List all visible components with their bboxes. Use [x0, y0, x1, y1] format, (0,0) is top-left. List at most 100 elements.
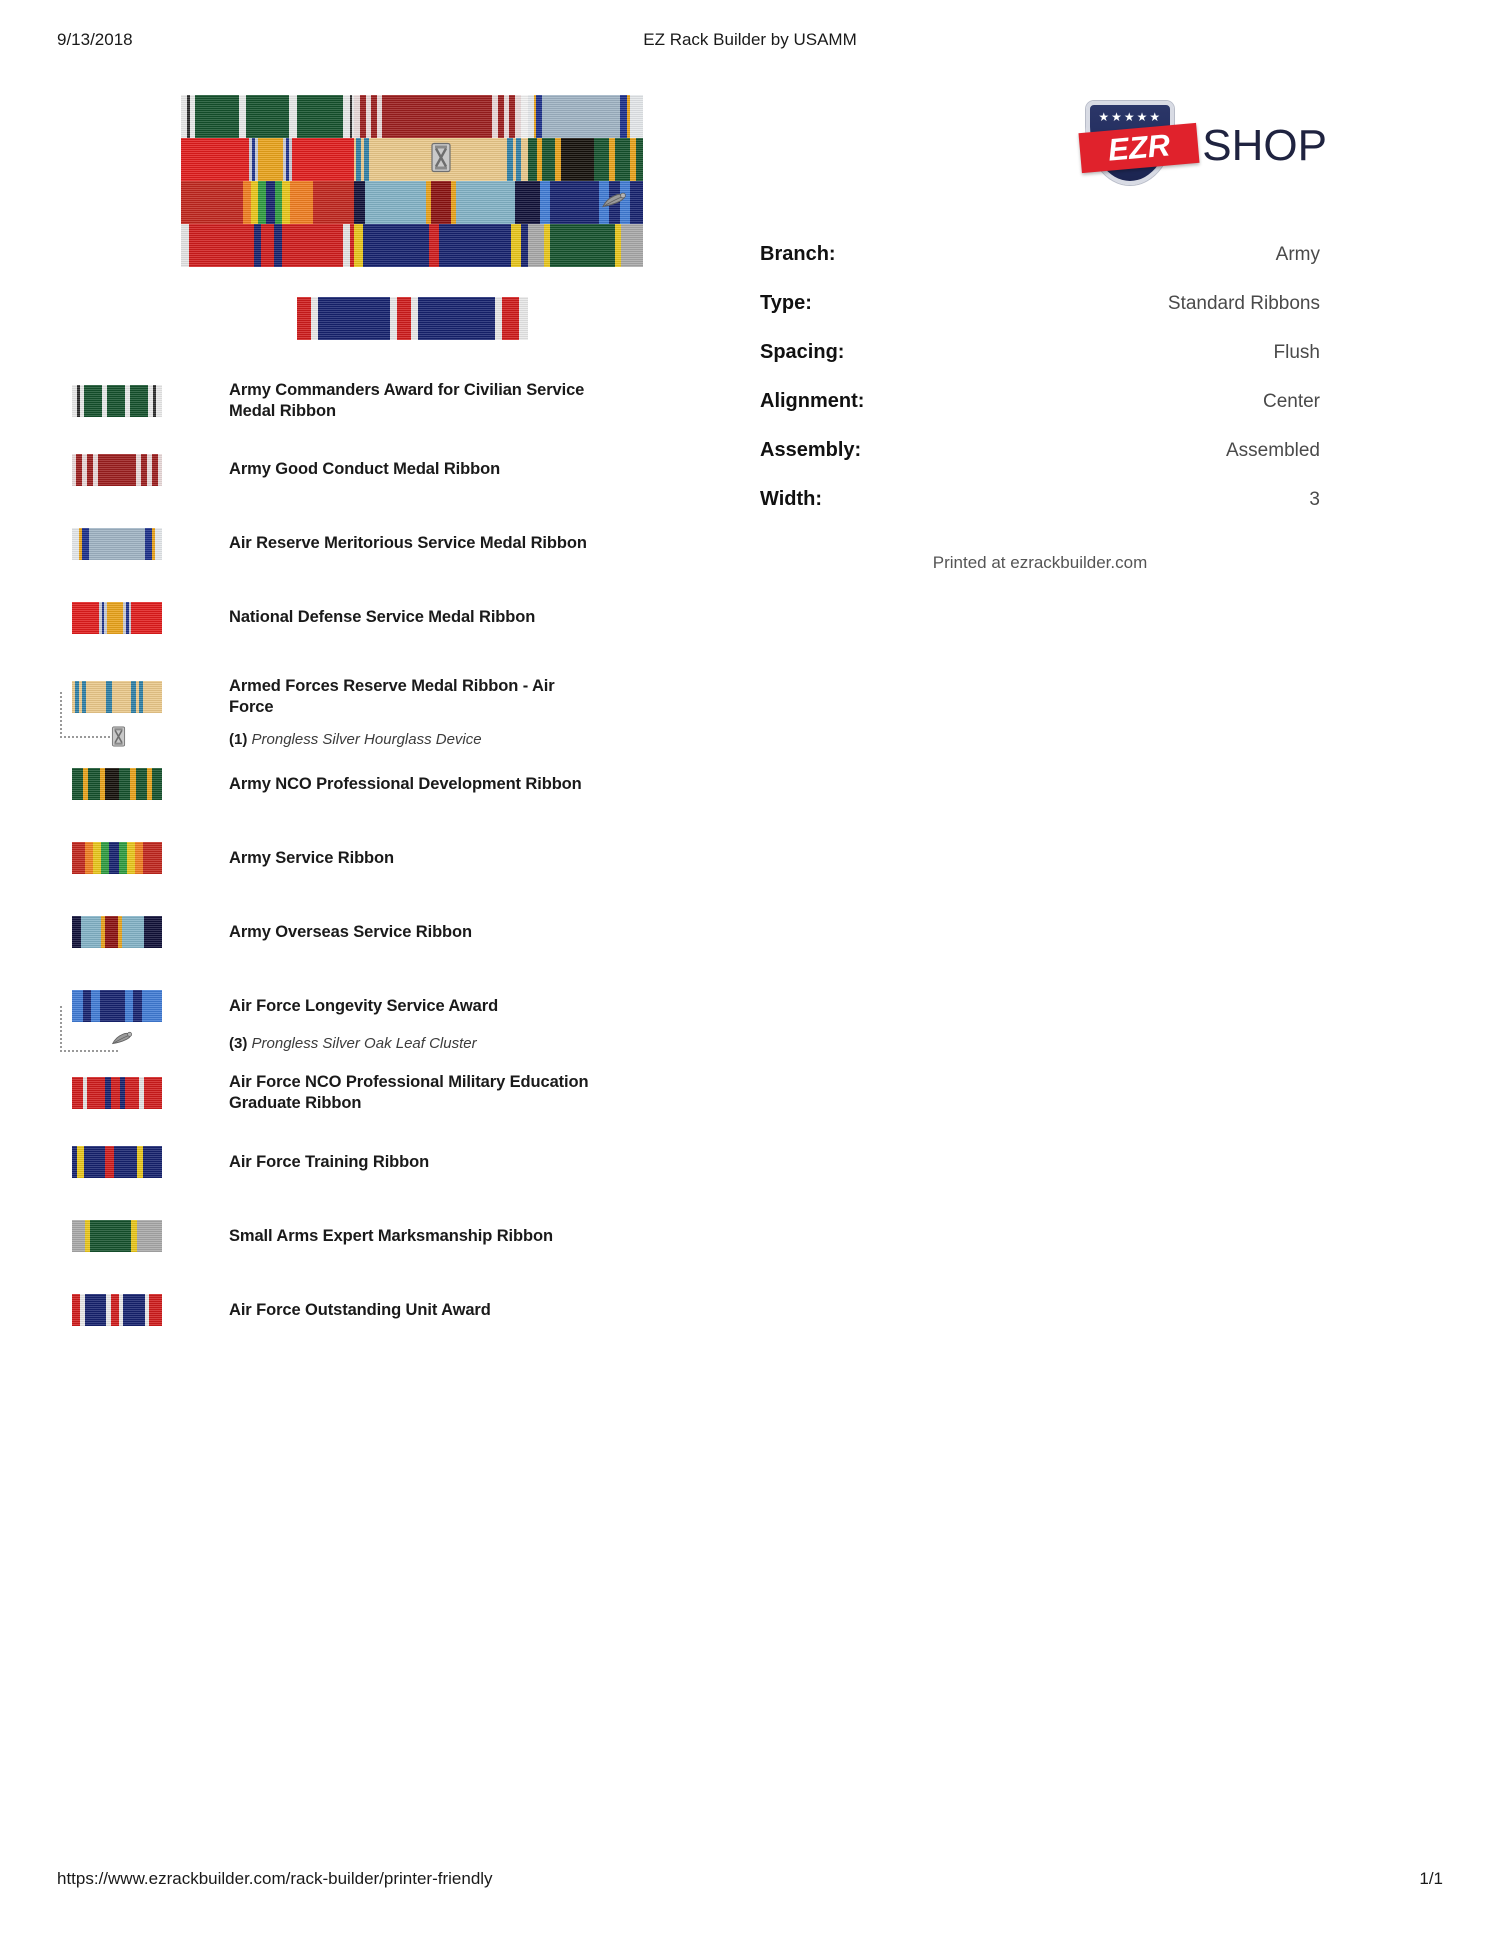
rack-row: [181, 138, 643, 181]
Small Arms Expert Marksmanship Ribbon-thumb: [72, 1220, 162, 1253]
army-commanders-award-civilian-service-rack: [238, 95, 297, 138]
air-force-training-rack: [354, 224, 412, 267]
ribbon-thumbnail: [57, 842, 177, 875]
ribbon-name-label: Air Force NCO Professional Military Educ…: [229, 1073, 589, 1113]
logo-stars: ★★★★★: [1098, 110, 1163, 124]
national-defense-service-rack: [238, 138, 297, 181]
air-force-outstanding-unit-award-rack: [373, 297, 451, 340]
ribbon-thumbnail: [57, 681, 177, 714]
ribbon-thumbnail: [57, 1077, 177, 1110]
army-commanders-award-civilian-service-rack: [181, 95, 239, 138]
Air Force Outstanding Unit Award-thumb: [72, 1294, 162, 1327]
spec-key: Spacing:: [760, 341, 845, 363]
ribbon-list-item: Air Force Training Ribbon: [57, 1146, 717, 1206]
ribbon-list-item: Air Force Longevity Service Award (3) Pro…: [57, 990, 717, 1058]
ribbon-device-count: (3): [229, 1034, 248, 1052]
army-commanders-award-civilian-service-rack: [296, 95, 355, 138]
Air Force Training Ribbon-thumb: [72, 1146, 162, 1179]
printed-at-note: Printed at ezrackbuilder.com: [932, 553, 1148, 572]
print-header: 9/13/2018 EZ Rack Builder by USAMM: [0, 30, 1500, 54]
hourglass-device-icon: [111, 726, 126, 752]
army-overseas-service-rack: [469, 181, 528, 224]
ribbon-name-label: Air Force Longevity Service Award: [229, 996, 499, 1015]
ribbon-thumbnail: [57, 768, 177, 801]
army-overseas-service-rack: [354, 181, 412, 224]
Army Service Ribbon-thumb: [72, 842, 162, 875]
ribbon-device-row: (3) Prongless Silver Oak Leaf Cluster: [57, 1028, 717, 1058]
ribbon-device-name: Prongless Silver Oak Leaf Cluster: [247, 1034, 477, 1052]
printer-friendly-page: 9/13/2018 EZ Rack Builder by USAMM Army …: [0, 0, 1500, 1941]
spec-row: Branch: Army: [760, 243, 1320, 266]
ribbon-thumbnail: [57, 385, 177, 418]
army-good-conduct-rack: [469, 95, 528, 138]
ribbon-list-item: National Defense Service Medal Ribbon: [57, 602, 717, 662]
logo-shop-text: SHOP: [1202, 121, 1327, 170]
Air Force NCO Professional Military Education Graduate Ribbon-thumb: [72, 1077, 162, 1110]
ribbon-name-label: Army Service Ribbon: [229, 848, 394, 867]
army-service-rack: [238, 181, 297, 224]
army-service-rack: [296, 181, 355, 224]
print-page-number: 1/1: [1419, 1869, 1443, 1888]
army-overseas-service-rack: [412, 181, 470, 224]
ribbon-thumbnail: [57, 1294, 177, 1327]
ribbon-thumbnail: [57, 916, 177, 949]
Air Force Longevity Service Award-thumb: [72, 990, 162, 1023]
armed-forces-reserve-air-force-rack: [412, 138, 470, 181]
ribbon-list-item: Air Force NCO Professional Military Educ…: [57, 1072, 717, 1132]
ribbon-device-label: (1) Prongless Silver Hourglass Device: [177, 731, 482, 748]
Armed Forces Reserve Medal Ribbon - Air Force-thumb: [72, 681, 162, 714]
rack-spec-table: Branch: Army Type: Standard Ribbons Spacing:…: [760, 243, 1320, 511]
Army Good Conduct Medal Ribbon-thumb: [72, 454, 162, 486]
ribbon-list-item: Army NCO Professional Development Ribbon: [57, 768, 717, 828]
brand-logo: ★★★★★ EZR SHOP: [760, 95, 1360, 191]
oak-leaf-device-icon: [111, 1030, 133, 1052]
air-force-training-rack: [412, 224, 470, 267]
spec-row: Alignment: Center: [760, 390, 1320, 413]
ribbon-list-item: Army Good Conduct Medal Ribbon: [57, 454, 717, 514]
spec-key: Type:: [760, 292, 812, 314]
Air Reserve Meritorious Service Medal Ribbon-thumb: [72, 528, 162, 560]
ribbon-list-item: Air Reserve Meritorious Service Medal Ri…: [57, 528, 717, 588]
Army Commanders Award for Civilian Service Medal Ribbon-thumb: [72, 385, 162, 418]
ribbon-list-item: Small Arms Expert Marksmanship Ribbon: [57, 1220, 717, 1280]
ribbon-device-name: Prongless Silver Hourglass Device: [247, 730, 482, 748]
rack-row: [181, 224, 643, 267]
ribbon-name-label: Armed Forces Reserve Medal Ribbon - Air …: [229, 677, 555, 717]
rack-preview-column: Army Commanders Award for Civilian Servi…: [57, 95, 717, 1368]
ribbon-thumbnail: [57, 528, 177, 560]
army-nco-professional-development-rack: [527, 138, 586, 181]
Army NCO Professional Development Ribbon-thumb: [72, 768, 162, 801]
small-arms-expert-marksmanship-rack: [585, 224, 643, 267]
spec-row: Spacing: Flush: [760, 341, 1320, 364]
ribbon-list-item: Army Commanders Award for Civilian Servi…: [57, 380, 717, 440]
ribbon-device-row: (1) Prongless Silver Hourglass Device: [57, 724, 717, 754]
national-defense-service-rack: [181, 138, 239, 181]
air-force-training-rack: [469, 224, 528, 267]
ribbon-name-label: National Defense Service Medal Ribbon: [229, 608, 536, 627]
ribbon-list-item: Army Overseas Service Ribbon: [57, 916, 717, 976]
ribbon-thumbnail: [57, 1146, 177, 1179]
armed-forces-reserve-air-force-rack: [354, 138, 412, 181]
ribbon-thumbnail: [57, 990, 177, 1023]
air-reserve-meritorious-service-rack: [585, 95, 643, 138]
ribbon-thumbnail: [57, 454, 177, 486]
spec-value: Standard Ribbons: [1167, 293, 1320, 314]
National Defense Service Medal Ribbon-thumb: [72, 602, 162, 634]
air-force-longevity-service-rack: [585, 181, 643, 224]
spec-key: Width:: [760, 488, 823, 510]
ribbon-list-item: Army Service Ribbon: [57, 842, 717, 902]
ribbon-name-label: Air Reserve Meritorious Service Medal Ri…: [229, 534, 587, 553]
rack-row: [181, 95, 643, 138]
rack-row: [181, 181, 643, 224]
spec-key: Branch:: [760, 243, 836, 265]
air-force-longevity-service-rack: [527, 181, 586, 224]
rack-row-secondary: [296, 297, 528, 340]
print-title: EZ Rack Builder by USAMM: [643, 30, 857, 49]
air-force-nco-pme-graduate-rack: [238, 224, 297, 267]
ribbon-name-label: Air Force Training Ribbon: [229, 1152, 430, 1171]
army-nco-professional-development-rack: [585, 138, 643, 181]
spec-value: Army: [1275, 244, 1320, 265]
spec-row: Width: 3: [760, 488, 1320, 511]
ribbon-name-label: Army NCO Professional Development Ribbon: [229, 774, 582, 793]
ribbon-name-label: Army Good Conduct Medal Ribbon: [229, 460, 501, 479]
